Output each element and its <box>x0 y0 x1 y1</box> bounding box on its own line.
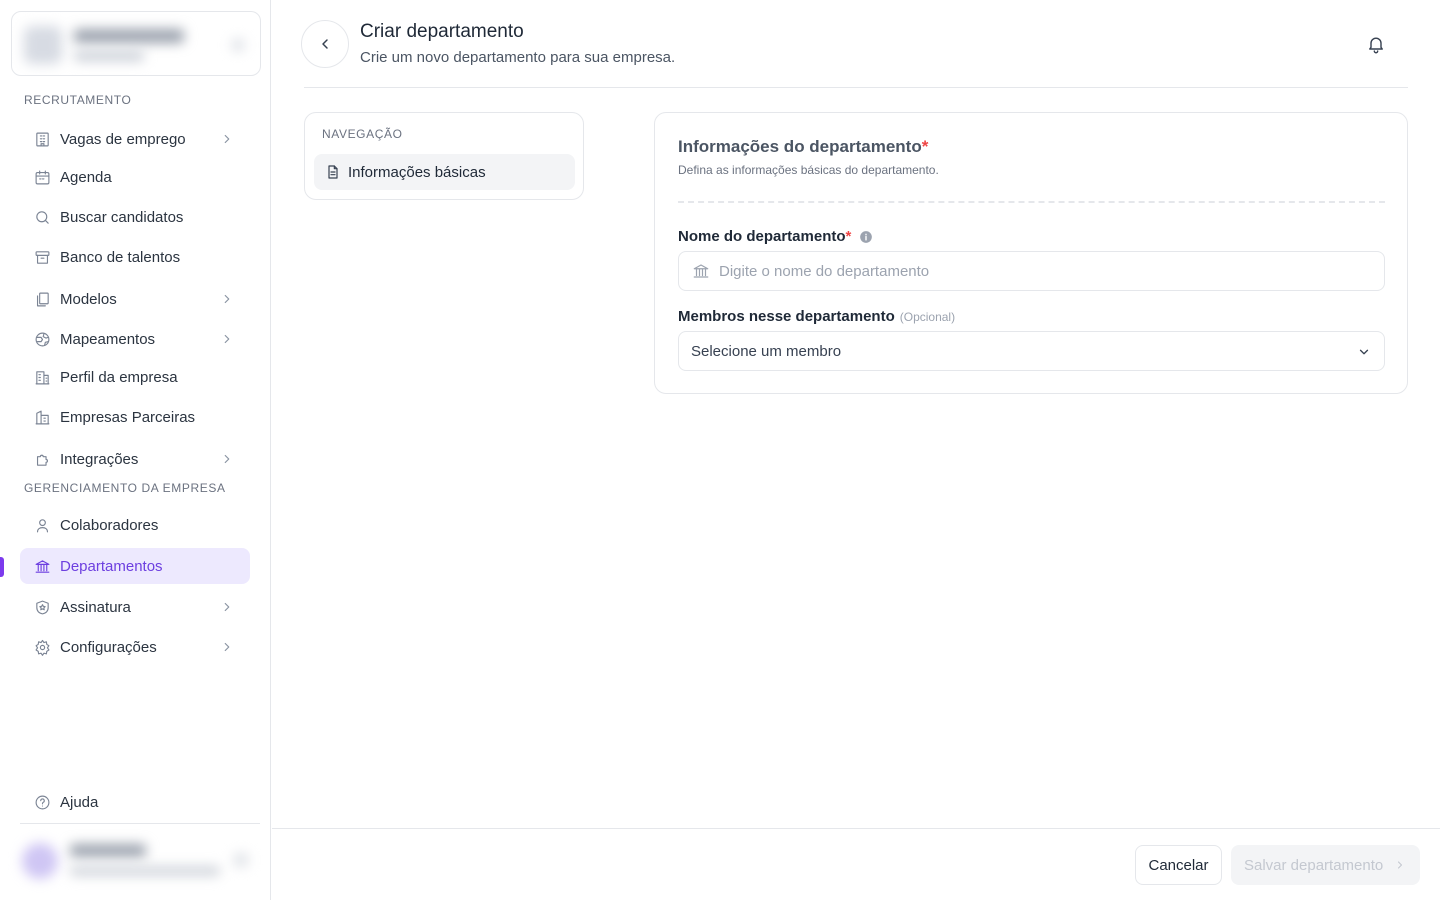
department-name-input[interactable]: Digite o nome do departamento <box>678 251 1385 291</box>
required-marker: * <box>921 137 929 156</box>
nav-item-label: Informações básicas <box>348 163 486 181</box>
members-label: Membros nesse departamento (Opcional) <box>678 308 955 325</box>
save-department-button[interactable]: Salvar departamento <box>1231 845 1420 885</box>
user-email-blurred <box>70 866 220 876</box>
sidebar-item-label: Integrações <box>60 450 139 468</box>
sidebar-item-agenda[interactable]: Agenda <box>20 159 250 195</box>
info-icon[interactable] <box>859 230 873 244</box>
company-icon <box>33 368 51 386</box>
department-name-label: Nome do departamento * <box>678 228 873 245</box>
bell-icon[interactable] <box>1366 34 1386 54</box>
organization-name-blurred <box>74 29 184 43</box>
page-title: Criar departamento <box>360 21 524 42</box>
sidebar-item-mapeamentos[interactable]: Mapeamentos <box>20 321 250 357</box>
sidebar-item-buscar-candidatos[interactable]: Buscar candidatos <box>20 199 250 235</box>
sidebar-item-label: Vagas de emprego <box>60 130 186 148</box>
cancel-button[interactable]: Cancelar <box>1135 845 1222 885</box>
section-label-recrutamento: RECRUTAMENTO <box>24 93 132 107</box>
department-name-placeholder: Digite o nome do departamento <box>719 262 930 280</box>
document-icon <box>328 165 338 179</box>
avatar <box>22 843 58 879</box>
help-icon <box>33 793 51 811</box>
organization-detail-blurred <box>74 51 144 61</box>
chevron-down-icon <box>1359 349 1369 355</box>
section-navigation-card: NAVEGAÇÃO Informações básicas <box>304 112 584 200</box>
chevron-right-icon <box>224 294 230 304</box>
archive-icon <box>33 248 51 266</box>
active-indicator <box>0 557 4 577</box>
form-title-text: Informações do departamento <box>678 137 922 156</box>
chevron-right-icon <box>224 602 230 612</box>
sidebar-item-label: Mapeamentos <box>60 330 156 348</box>
optional-hint: (Opcional) <box>899 309 956 324</box>
organization-logo <box>24 26 62 64</box>
sidebar-item-label: Configurações <box>60 638 157 656</box>
sidebar-item-label: Assinatura <box>60 598 131 616</box>
user-icon <box>33 516 51 534</box>
chevron-right-icon <box>224 642 230 652</box>
sidebar-item-label: Ajuda <box>60 793 99 811</box>
department-form-card: Informações do departamento* Defina as i… <box>654 112 1408 394</box>
sidebar-item-banco-de-talentos[interactable]: Banco de talentos <box>20 239 250 275</box>
organization-chevron-icon <box>232 39 244 51</box>
shield-icon <box>33 598 51 616</box>
user-menu-chevron-icon <box>234 853 248 867</box>
sidebar-item-departamentos[interactable]: Departamentos <box>20 548 250 584</box>
organization-switcher[interactable] <box>11 11 261 76</box>
sidebar-item-ajuda[interactable]: Ajuda <box>20 784 250 820</box>
calendar-icon <box>33 168 51 186</box>
department-name-label-text: Nome do departamento <box>678 228 846 245</box>
sidebar-item-configuracoes[interactable]: Configurações <box>20 629 250 665</box>
bank-icon <box>693 264 709 278</box>
sidebar-item-vagas[interactable]: Vagas de emprego <box>20 121 250 157</box>
nav-item-informacoes-basicas[interactable]: Informações básicas <box>314 154 575 190</box>
chevron-left-icon <box>322 39 328 49</box>
sidebar-item-label: Colaboradores <box>60 516 159 534</box>
sidebar-item-label: Empresas Parceiras <box>60 408 196 426</box>
form-title: Informações do departamento* <box>678 137 928 157</box>
copy-icon <box>33 290 51 308</box>
globe-icon <box>33 330 51 348</box>
header-divider <box>304 87 1408 88</box>
page-subtitle: Crie um novo departamento para sua empre… <box>360 49 676 66</box>
sidebar-item-modelos[interactable]: Modelos <box>20 281 250 317</box>
members-label-text: Membros nesse departamento <box>678 308 895 325</box>
chevron-right-icon <box>224 334 230 344</box>
sidebar-item-label: Buscar candidatos <box>60 208 184 226</box>
chevron-right-icon <box>224 454 230 464</box>
partners-icon <box>33 408 51 426</box>
dashed-divider <box>678 201 1385 203</box>
form-description: Defina as informações básicas do departa… <box>678 163 939 177</box>
sidebar-item-perfil-da-empresa[interactable]: Perfil da empresa <box>20 359 250 395</box>
sidebar-divider <box>20 823 260 824</box>
user-name-blurred <box>70 844 146 857</box>
sidebar-item-label: Banco de talentos <box>60 248 181 266</box>
bank-icon <box>33 557 51 575</box>
section-label-gerenciamento: GERENCIAMENTO DA EMPRESA <box>24 481 226 495</box>
chevron-right-icon <box>224 134 230 144</box>
members-select[interactable]: Selecione um membro <box>678 331 1385 371</box>
members-select-value: Selecione um membro <box>691 342 842 360</box>
footer-divider <box>272 828 1440 829</box>
navigation-label: NAVEGAÇÃO <box>322 127 403 141</box>
chevron-right-icon <box>1398 861 1403 869</box>
sidebar-item-colaboradores[interactable]: Colaboradores <box>20 507 250 543</box>
sidebar-item-assinatura[interactable]: Assinatura <box>20 589 250 625</box>
sidebar-item-label: Modelos <box>60 290 117 308</box>
search-icon <box>33 208 51 226</box>
sidebar-item-label: Agenda <box>60 168 112 186</box>
gear-icon <box>33 638 51 656</box>
sidebar-item-label: Perfil da empresa <box>60 368 178 386</box>
sidebar-item-label: Departamentos <box>60 557 163 575</box>
required-marker: * <box>845 228 852 245</box>
save-department-label: Salvar departamento <box>1244 856 1384 874</box>
back-button[interactable] <box>301 20 349 68</box>
sidebar-item-integracoes[interactable]: Integrações <box>20 441 250 477</box>
sidebar: RECRUTAMENTO Vagas de emprego Agenda Bus… <box>0 0 271 900</box>
puzzle-icon <box>33 450 51 468</box>
building-icon <box>33 130 51 148</box>
sidebar-item-empresas-parceiras[interactable]: Empresas Parceiras <box>20 399 250 435</box>
